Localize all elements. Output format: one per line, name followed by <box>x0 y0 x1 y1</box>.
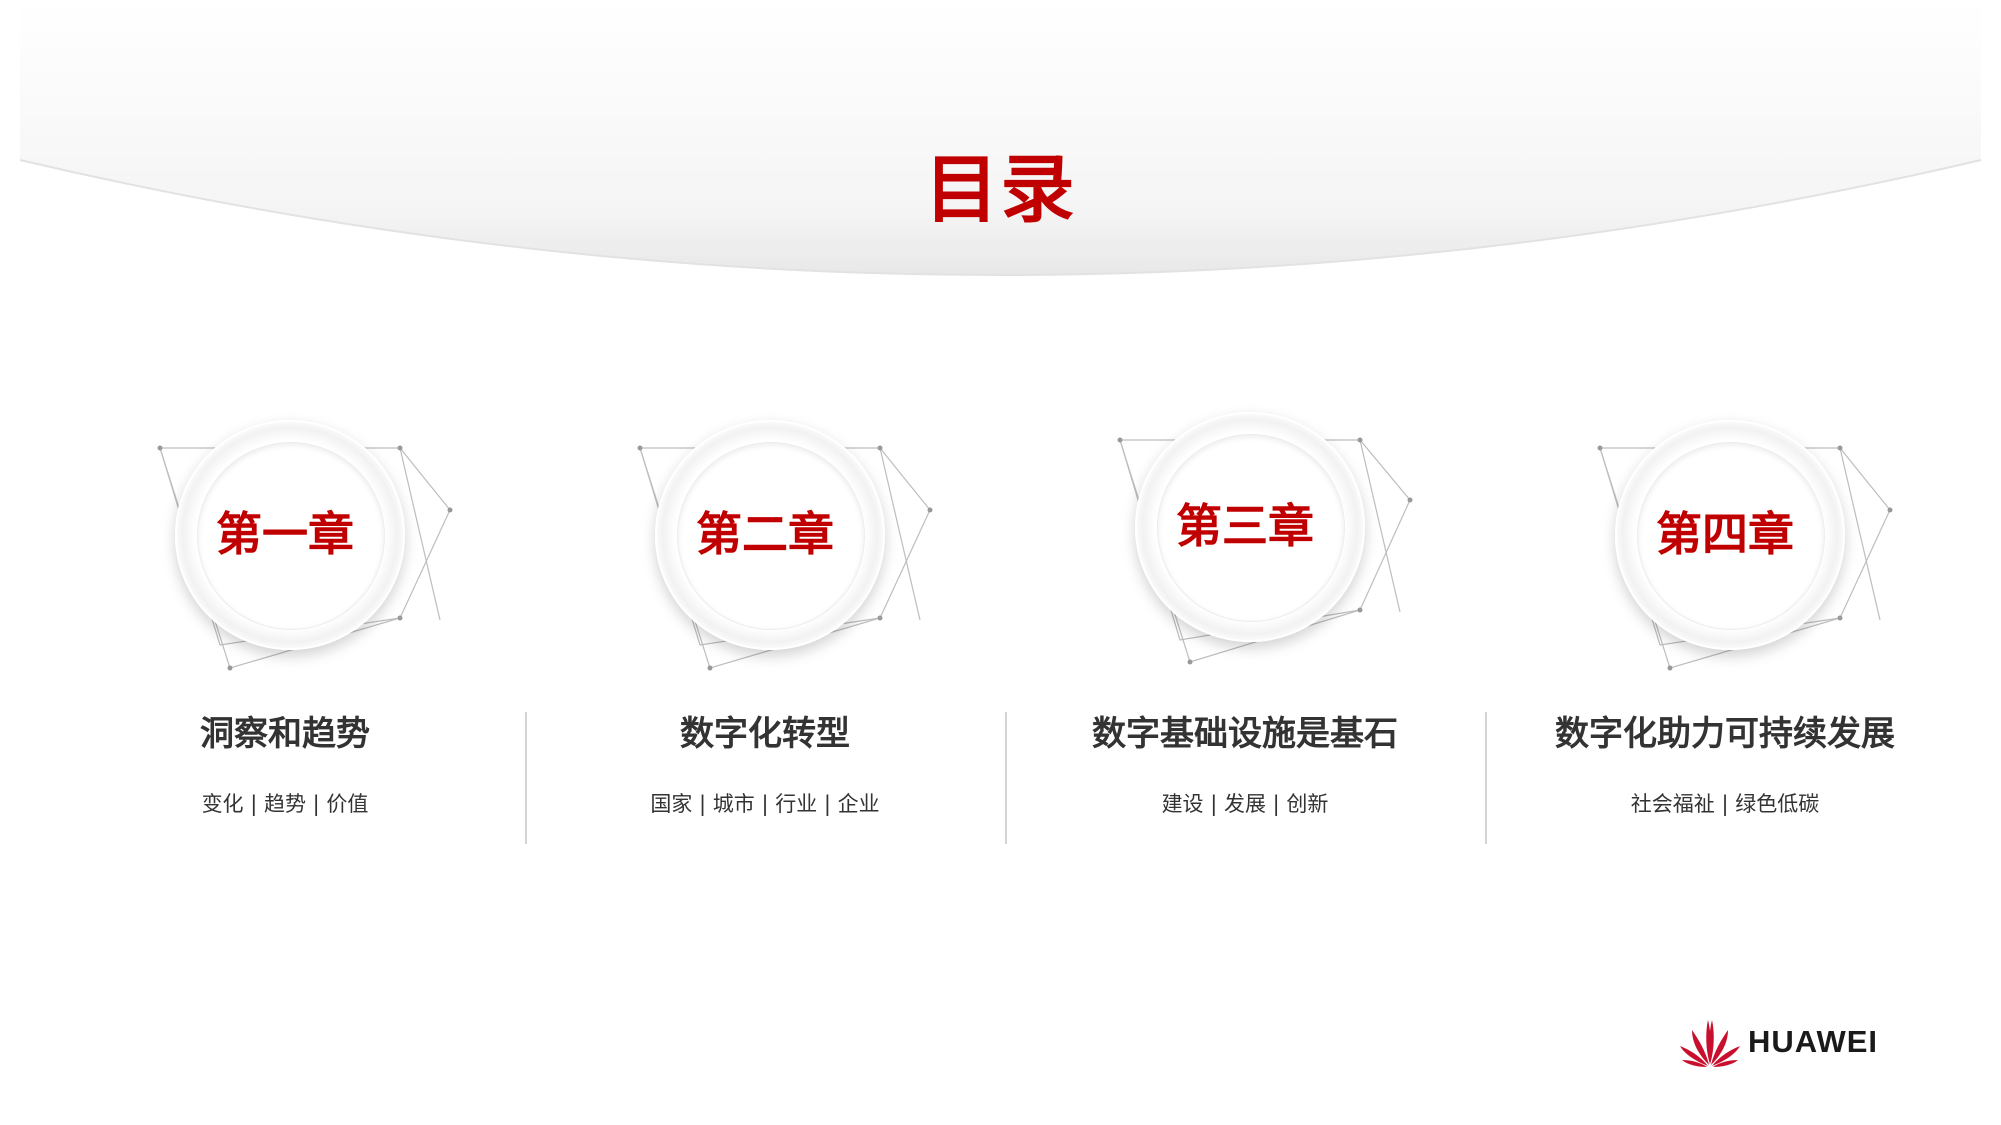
chapter-subtitle: 建设 | 发展 | 创新 <box>1161 792 1329 816</box>
chapter-subtitle: 社会福祉 | 绿色低碳 <box>1630 792 1820 816</box>
chapter-title: 洞察和趋势 <box>200 714 370 754</box>
chapter-subtitle: 国家 | 城市 | 行业 | 企业 <box>650 792 880 816</box>
chapter-label: 第二章 <box>696 507 834 561</box>
chapter-item-2[interactable]: 第二章 数字化转型 国家 | 城市 | 行业 | 企业 <box>525 400 1005 860</box>
chapter-title: 数字化转型 <box>680 714 850 754</box>
chapter-subtitle: 变化 | 趋势 | 价值 <box>201 792 369 816</box>
chapter-item-1[interactable]: 第一章 洞察和趋势 变化 | 趋势 | 价值 <box>45 400 525 860</box>
chapter-label: 第三章 <box>1176 499 1314 553</box>
page-title: 目录 <box>924 147 1077 233</box>
brand-name: HUAWEI <box>1748 1024 1878 1059</box>
chapter-title: 数字化助力可持续发展 <box>1555 714 1895 754</box>
chapter-item-4[interactable]: 第四章 数字化助力可持续发展 社会福祉 | 绿色低碳 <box>1485 400 1965 860</box>
chapter-label: 第四章 <box>1656 507 1794 561</box>
chapter-label: 第一章 <box>216 507 354 561</box>
chapter-item-3[interactable]: 第三章 数字基础设施是基石 建设 | 发展 | 创新 <box>1005 400 1485 860</box>
chapter-title: 数字基础设施是基石 <box>1092 714 1398 754</box>
huawei-petal-logo-icon <box>1680 1020 1740 1067</box>
huawei-logo: HUAWEI <box>1678 1012 1908 1072</box>
